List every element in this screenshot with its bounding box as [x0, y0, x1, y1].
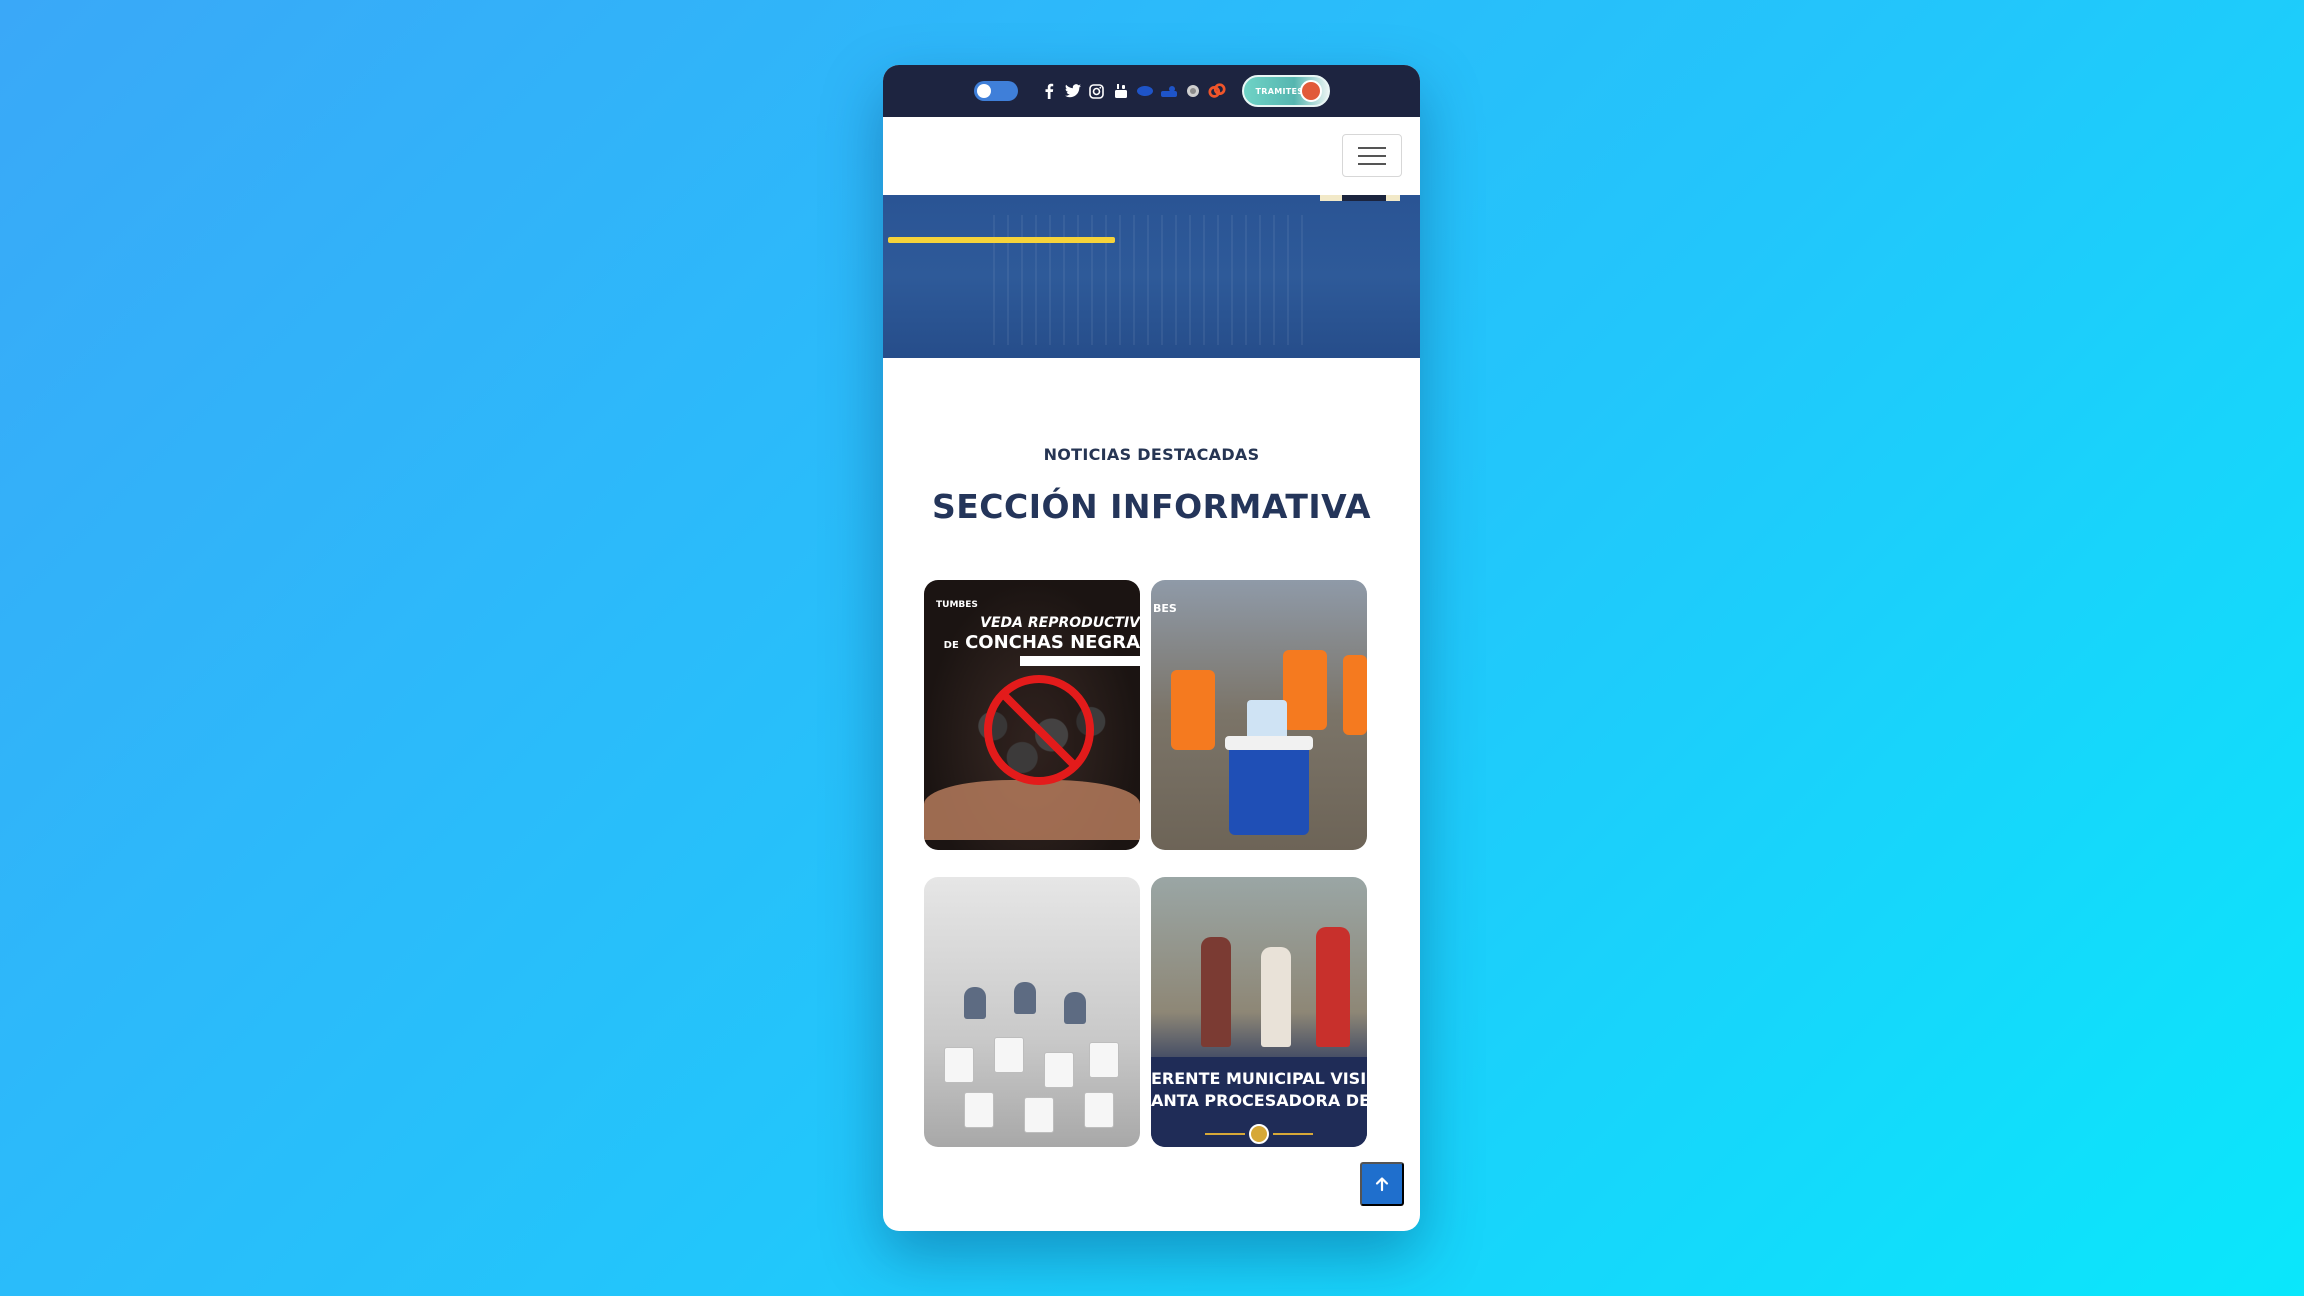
- municipal-seal-icon: [1249, 1124, 1269, 1144]
- person-vest-image: [1343, 655, 1367, 735]
- tramites-label: TRAMITES: [1255, 86, 1304, 96]
- mobile-viewport: TRAMITES NOTICIAS DESTACADAS SECCIÓN INF…: [883, 65, 1420, 1231]
- person-image: [1261, 947, 1291, 1047]
- attendee-image: [1064, 992, 1086, 1024]
- hamburger-line: [1358, 146, 1386, 149]
- social-links: [1040, 82, 1226, 100]
- youtube-icon[interactable]: [1112, 82, 1130, 100]
- cooler-image: [1225, 736, 1313, 835]
- scroll-to-top-button[interactable]: [1360, 1162, 1404, 1206]
- chair-image: [1044, 1052, 1074, 1088]
- person-vest-image: [1171, 670, 1215, 750]
- gob-pe-icon[interactable]: [1136, 82, 1154, 100]
- cloud-icon[interactable]: [1160, 82, 1178, 100]
- news-headline: ERENTE MUNICIPAL VISI: [1151, 1069, 1367, 1088]
- navbar: [883, 117, 1420, 195]
- top-bar: TRAMITES: [883, 65, 1420, 117]
- attendee-image: [964, 987, 986, 1019]
- news-headline-sub: ANTA PROCESADORA DE: [1151, 1091, 1367, 1110]
- section-title: SECCIÓN INFORMATIVA: [931, 487, 1372, 526]
- hero-background-pattern: [993, 215, 1313, 345]
- attendee-image: [1014, 982, 1036, 1014]
- twitter-icon[interactable]: [1064, 82, 1082, 100]
- news-headline-prefix: DE: [943, 640, 959, 651]
- news-card-gerente[interactable]: ERENTE MUNICIPAL VISI ANTA PROCESADORA D…: [1151, 877, 1367, 1147]
- news-brand: TUMBES: [936, 600, 978, 610]
- hamburger-line: [1358, 162, 1386, 165]
- tramites-button[interactable]: TRAMITES: [1241, 75, 1330, 107]
- hero-corner-decoration: [1342, 195, 1386, 201]
- hero-banner: [883, 195, 1420, 358]
- divider-line: [1205, 1133, 1245, 1135]
- person-image: [1201, 937, 1231, 1047]
- news-date: 15 DE FEBRERO - 31 DE MAR: [1019, 656, 1140, 666]
- news-headline-main: DE CONCHAS NEGRA: [944, 632, 1140, 653]
- chair-image: [994, 1037, 1024, 1073]
- hand-image: [924, 780, 1140, 840]
- news-brand: BES: [1153, 602, 1177, 615]
- news-headline: VEDA REPRODUCTIV: [980, 615, 1140, 631]
- person-vest-image: [1283, 650, 1327, 730]
- hero-accent-line: [888, 237, 1115, 243]
- hamburger-line: [1358, 154, 1386, 157]
- dark-mode-toggle[interactable]: [973, 81, 1018, 101]
- chair-image: [1084, 1092, 1114, 1128]
- pago-icon[interactable]: [1207, 82, 1226, 100]
- prohibited-icon: [984, 675, 1094, 785]
- person-image: [1316, 927, 1350, 1047]
- instagram-icon[interactable]: [1088, 82, 1106, 100]
- chair-image: [1024, 1097, 1054, 1133]
- arrow-up-icon: [1375, 1177, 1389, 1192]
- seal-icon[interactable]: [1184, 82, 1202, 100]
- facebook-icon[interactable]: [1040, 82, 1058, 100]
- section-kicker: NOTICIAS DESTACADAS: [1043, 445, 1260, 464]
- news-card-meeting[interactable]: [924, 877, 1140, 1147]
- news-headline-word: CONCHAS NEGRA: [965, 632, 1140, 653]
- toggle-knob: [976, 84, 991, 98]
- news-card-delivery[interactable]: BES: [1151, 580, 1367, 850]
- divider-line: [1273, 1133, 1313, 1135]
- tramites-logo-icon: [1299, 80, 1322, 102]
- news-card-veda[interactable]: TUMBES VEDA REPRODUCTIV DE CONCHAS NEGRA…: [924, 580, 1140, 850]
- chair-image: [964, 1092, 994, 1128]
- chair-image: [944, 1047, 974, 1083]
- menu-toggle-button[interactable]: [1342, 134, 1402, 177]
- chair-image: [1089, 1042, 1119, 1078]
